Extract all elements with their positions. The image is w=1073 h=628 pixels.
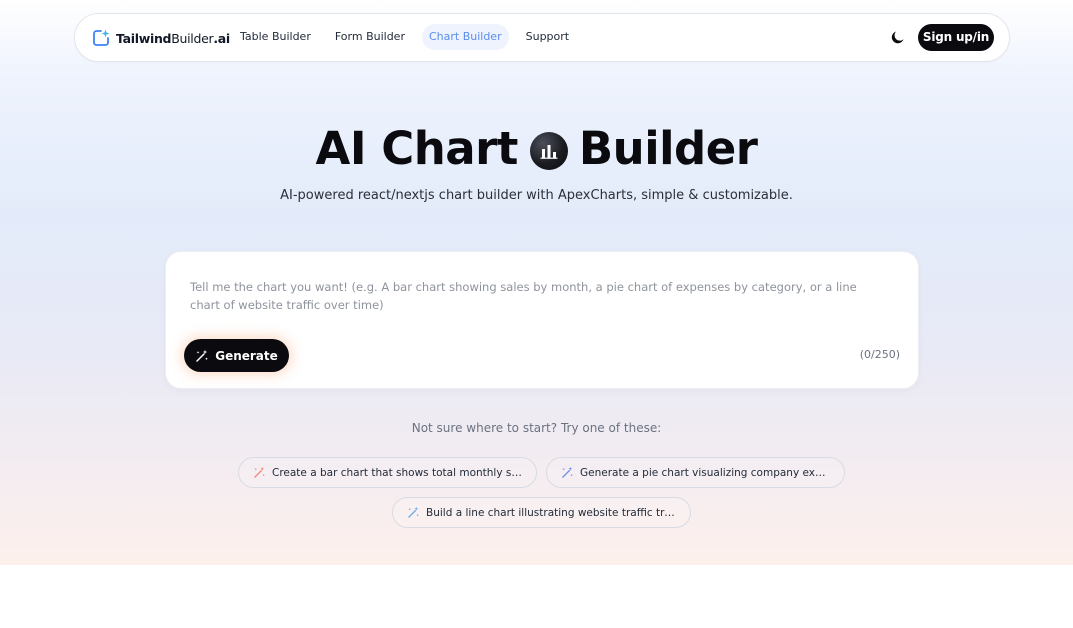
suggestion-label: Create a bar chart that shows total mont… [272, 466, 522, 479]
prompt-input[interactable] [190, 278, 890, 318]
signup-button[interactable]: Sign up/in [918, 24, 994, 51]
nav-link-form-builder[interactable]: Form Builder [328, 24, 412, 50]
page-title: AI Chart Builder [0, 120, 1073, 176]
suggestion-chip-bar-chart[interactable]: Create a bar chart that shows total mont… [238, 457, 537, 488]
top-navbar: TailwindBuilder.ai Table Builder Form Bu… [74, 13, 1010, 62]
suggestion-chip-line-chart[interactable]: Build a line chart illustrating website … [392, 497, 691, 528]
bar-chart-icon [529, 132, 568, 170]
prompt-card: Generate (0/250) [165, 251, 919, 389]
suggestion-chip-pie-chart[interactable]: Generate a pie chart visualizing company… [546, 457, 845, 488]
title-text-start: AI Chart [315, 121, 519, 175]
character-counter: (0/250) [859, 348, 900, 361]
magic-wand-icon [408, 506, 419, 518]
magic-wand-icon [196, 349, 209, 362]
logo-text: TailwindBuilder.ai [116, 30, 230, 46]
generate-label: Generate [215, 348, 278, 363]
suggestions-hint: Not sure where to start? Try one of thes… [411, 421, 662, 435]
moon-icon[interactable] [889, 28, 907, 46]
page-subtitle: AI-powered react/nextjs chart builder wi… [280, 188, 793, 203]
logo[interactable]: TailwindBuilder.ai [92, 28, 230, 48]
magic-wand-icon [254, 466, 265, 478]
magic-wand-icon [562, 466, 573, 478]
nav-link-chart-builder[interactable]: Chart Builder [421, 24, 509, 50]
suggestion-label: Build a line chart illustrating website … [426, 506, 676, 519]
nav-links: Table Builder Form Builder Chart Builder… [233, 24, 586, 50]
title-text-end: Builder [578, 121, 758, 175]
logo-sparkle-icon [92, 29, 110, 47]
nav-link-table-builder[interactable]: Table Builder [233, 24, 318, 50]
generate-button[interactable]: Generate [184, 339, 289, 372]
suggestion-label: Generate a pie chart visualizing company… [580, 466, 830, 479]
nav-link-support[interactable]: Support [519, 24, 576, 50]
